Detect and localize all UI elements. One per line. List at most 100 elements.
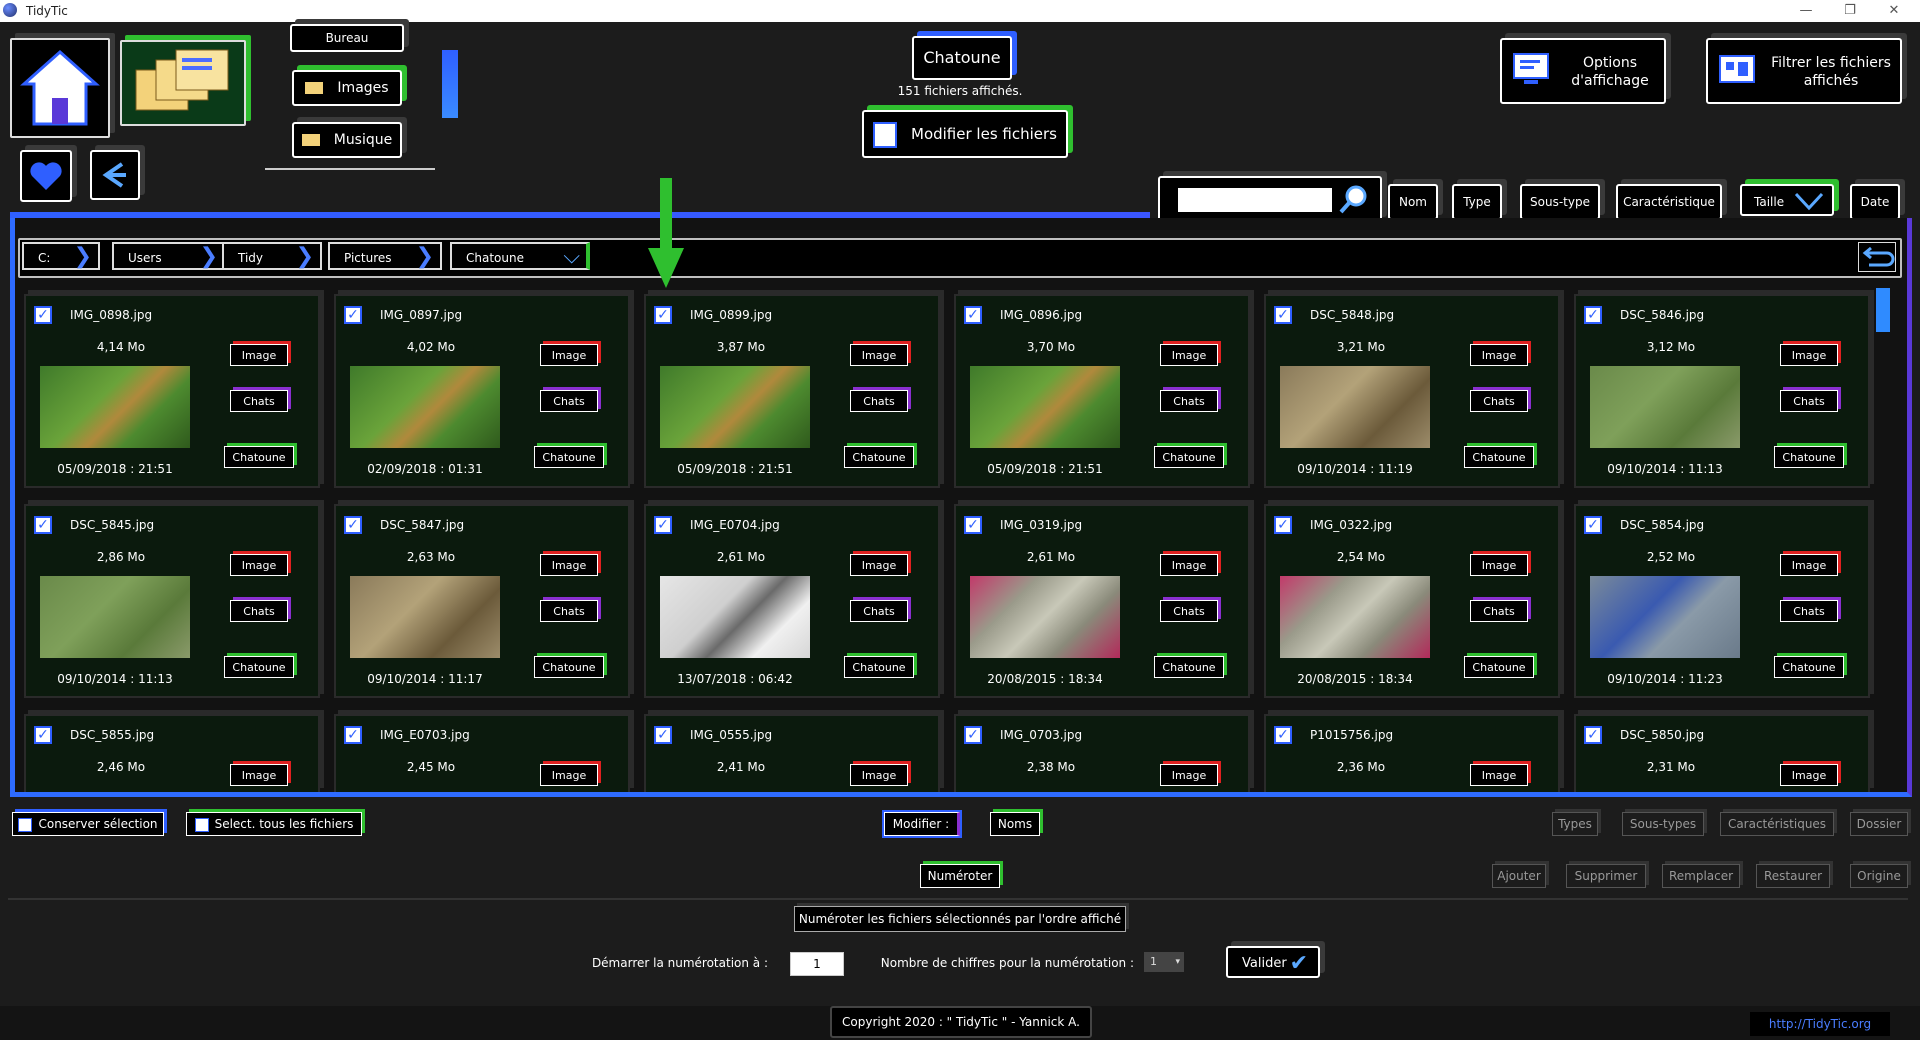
file-thumbnail[interactable] <box>660 576 810 658</box>
tag-image[interactable]: Image <box>540 344 598 366</box>
folder-shortcut-images[interactable]: Images <box>292 70 402 106</box>
tag-image[interactable]: Image <box>1780 344 1838 366</box>
sort-type-button[interactable]: Type <box>1452 184 1502 220</box>
tag-chats[interactable]: Chats <box>540 390 598 412</box>
home-button[interactable] <box>10 38 110 138</box>
file-thumbnail[interactable] <box>1280 576 1430 658</box>
delete-button[interactable]: Supprimer <box>1566 864 1646 888</box>
folder-shortcut-musique[interactable]: Musique <box>292 122 402 158</box>
file-thumbnail[interactable] <box>970 576 1120 658</box>
tag-chats[interactable]: Chats <box>230 390 288 412</box>
tag-image[interactable]: Image <box>230 764 288 786</box>
file-card[interactable]: ✓ IMG_0898.jpg 4,14 Mo 05/09/2018 : 21:51 Im… <box>24 294 320 488</box>
select-checkbox[interactable]: ✓ <box>1274 516 1292 534</box>
file-card[interactable]: ✓ IMG_E0704.jpg 2,61 Mo 13/07/2018 : 06:42 I… <box>644 504 940 698</box>
names-button[interactable]: Noms <box>990 812 1040 836</box>
folder-shortcut-bureau[interactable]: Bureau <box>290 24 404 52</box>
website-link[interactable]: http://TidyTic.org <box>1750 1012 1890 1036</box>
characteristics-button[interactable]: Caractéristiques <box>1720 812 1834 836</box>
validate-button[interactable]: Valider ✔ <box>1226 946 1320 978</box>
file-card[interactable]: ✓ DSC_5854.jpg 2,52 Mo 09/10/2014 : 11:23 Im… <box>1574 504 1870 698</box>
undo-button[interactable] <box>1858 242 1896 272</box>
tag-chatoune[interactable]: Chatoune <box>1154 656 1224 678</box>
tag-chatoune[interactable]: Chatoune <box>1154 446 1224 468</box>
files-view-button[interactable] <box>120 40 246 126</box>
file-card[interactable]: ✓ IMG_0896.jpg 3,70 Mo 05/09/2018 : 21:51 Im… <box>954 294 1250 488</box>
tag-image[interactable]: Image <box>850 554 908 576</box>
file-thumbnail[interactable] <box>1590 366 1740 448</box>
select-checkbox[interactable]: ✓ <box>344 516 362 534</box>
select-checkbox[interactable]: ✓ <box>654 306 672 324</box>
folder-button[interactable]: Dossier <box>1850 812 1908 836</box>
tag-chatoune[interactable]: Chatoune <box>224 656 294 678</box>
file-card[interactable]: ✓ IMG_0703.jpg 2,38 Mo Image <box>954 714 1250 792</box>
file-thumbnail[interactable] <box>970 366 1120 448</box>
select-checkbox[interactable]: ✓ <box>964 516 982 534</box>
file-thumbnail[interactable] <box>660 366 810 448</box>
tag-image[interactable]: Image <box>850 764 908 786</box>
file-thumbnail[interactable] <box>40 576 190 658</box>
tag-image[interactable]: Image <box>540 764 598 786</box>
keep-selection-button[interactable]: Conserver sélection <box>12 812 164 836</box>
tag-chats[interactable]: Chats <box>1470 600 1528 622</box>
tag-chatoune[interactable]: Chatoune <box>1464 446 1534 468</box>
select-checkbox[interactable]: ✓ <box>1584 306 1602 324</box>
file-card[interactable]: ✓ IMG_E0703.jpg 2,45 Mo Image <box>334 714 630 792</box>
search-input[interactable] <box>1178 188 1332 212</box>
subtypes-button[interactable]: Sous-types <box>1622 812 1704 836</box>
file-card[interactable]: ✓ IMG_0897.jpg 4,02 Mo 02/09/2018 : 01:31 Im… <box>334 294 630 488</box>
filter-files-button[interactable]: Filtrer les fichiers affichés <box>1706 38 1902 104</box>
select-checkbox[interactable]: ✓ <box>654 516 672 534</box>
tag-image[interactable]: Image <box>230 554 288 576</box>
tag-chats[interactable]: Chats <box>1160 600 1218 622</box>
file-thumbnail[interactable] <box>40 366 190 448</box>
folder-scrollbar[interactable] <box>442 50 458 118</box>
file-card[interactable]: ✓ DSC_5845.jpg 2,86 Mo 09/10/2014 : 11:13 Im… <box>24 504 320 698</box>
modify-files-button[interactable]: Modifier les fichiers <box>862 110 1068 158</box>
add-button[interactable]: Ajouter <box>1492 864 1546 888</box>
number-button[interactable]: Numéroter <box>920 864 1000 888</box>
sort-size-button[interactable]: Taille <box>1740 184 1834 216</box>
file-card[interactable]: ✓ DSC_5847.jpg 2,63 Mo 09/10/2014 : 11:17 Im… <box>334 504 630 698</box>
tag-chatoune[interactable]: Chatoune <box>844 656 914 678</box>
tag-image[interactable]: Image <box>540 554 598 576</box>
tag-image[interactable]: Image <box>1160 554 1218 576</box>
tag-image[interactable]: Image <box>1780 764 1838 786</box>
sort-characteristic-button[interactable]: Caractéristique <box>1616 184 1722 220</box>
tag-chats[interactable]: Chats <box>1160 390 1218 412</box>
collection-name[interactable]: Chatoune <box>912 36 1012 80</box>
origin-button[interactable]: Origine <box>1850 864 1908 888</box>
tag-image[interactable]: Image <box>1160 764 1218 786</box>
start-number-input[interactable] <box>790 952 844 976</box>
favorites-button[interactable] <box>20 150 72 202</box>
file-card[interactable]: ✓ DSC_5846.jpg 3,12 Mo 09/10/2014 : 11:13 Im… <box>1574 294 1870 488</box>
tag-chatoune[interactable]: Chatoune <box>1774 656 1844 678</box>
select-checkbox[interactable]: ✓ <box>964 306 982 324</box>
tag-chatoune[interactable]: Chatoune <box>224 446 294 468</box>
types-button[interactable]: Types <box>1552 812 1598 836</box>
file-card[interactable]: ✓ IMG_0322.jpg 2,54 Mo 20/08/2015 : 18:34 Im… <box>1264 504 1560 698</box>
tag-chatoune[interactable]: Chatoune <box>534 446 604 468</box>
select-checkbox[interactable]: ✓ <box>964 726 982 744</box>
file-thumbnail[interactable] <box>1280 366 1430 448</box>
select-all-button[interactable]: Select. tous les fichiers <box>186 812 362 836</box>
select-checkbox[interactable]: ✓ <box>34 726 52 744</box>
sort-date-button[interactable]: Date <box>1850 184 1900 220</box>
select-checkbox[interactable]: ✓ <box>344 726 362 744</box>
breadcrumb-item-chatoune[interactable]: Chatoune ⌵ <box>450 242 590 270</box>
breadcrumb-item-pictures[interactable]: Pictures ❯ <box>328 242 442 270</box>
search-icon[interactable] <box>1338 182 1372 216</box>
tag-chats[interactable]: Chats <box>230 600 288 622</box>
file-thumbnail[interactable] <box>1590 576 1740 658</box>
digits-select[interactable]: 1 ▾ <box>1144 952 1184 972</box>
breadcrumb-item-c[interactable]: C: ❯ <box>22 242 100 270</box>
file-thumbnail[interactable] <box>350 576 500 658</box>
tag-image[interactable]: Image <box>1470 554 1528 576</box>
select-checkbox[interactable]: ✓ <box>34 306 52 324</box>
sort-subtype-button[interactable]: Sous-type <box>1520 184 1600 220</box>
file-card[interactable]: ✓ DSC_5850.jpg 2,31 Mo Image <box>1574 714 1870 792</box>
tag-chats[interactable]: Chats <box>1780 390 1838 412</box>
select-checkbox[interactable]: ✓ <box>344 306 362 324</box>
select-checkbox[interactable]: ✓ <box>1274 306 1292 324</box>
tag-image[interactable]: Image <box>1160 344 1218 366</box>
